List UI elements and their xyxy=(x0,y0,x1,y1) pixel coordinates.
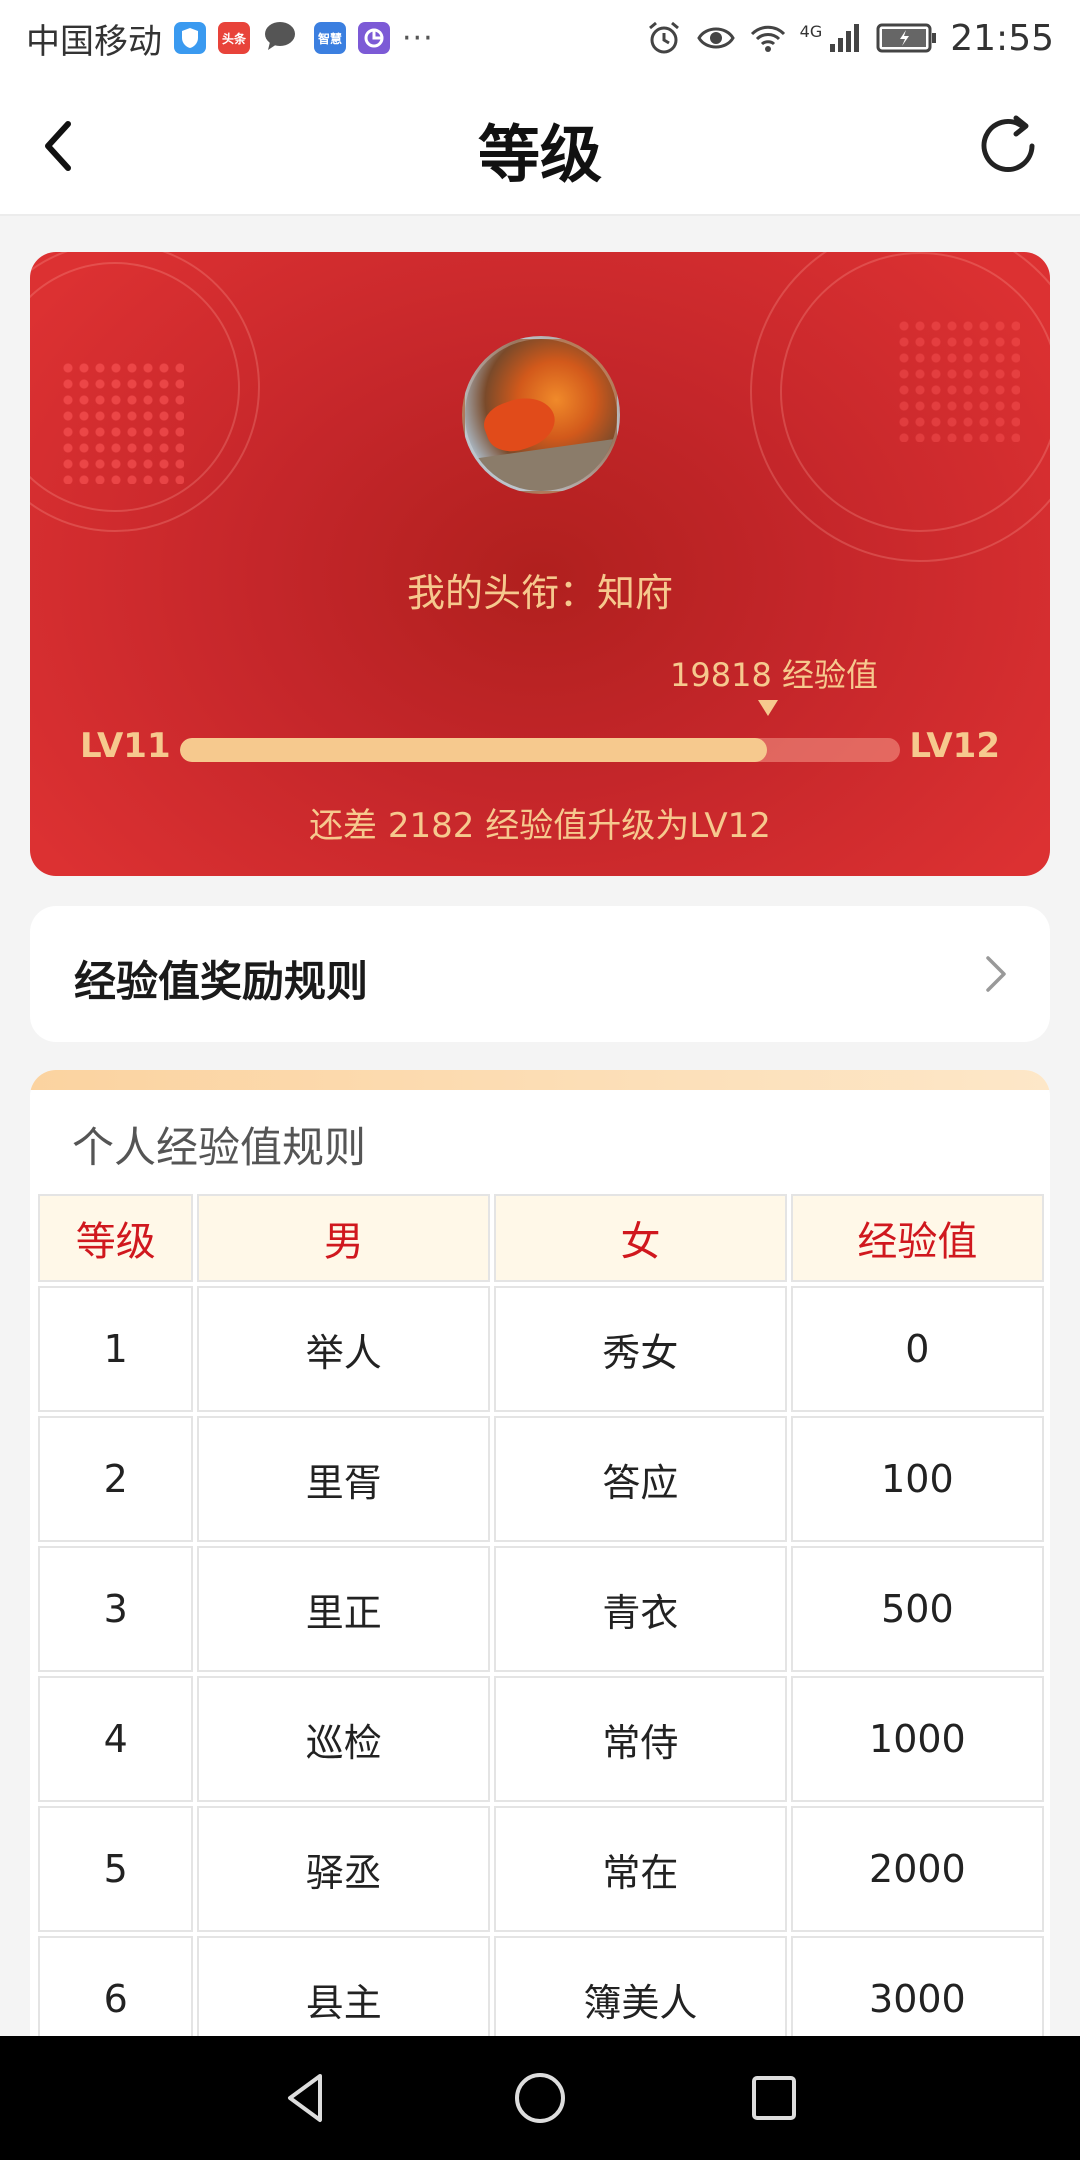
table-row: 1 举人 秀女 0 xyxy=(38,1286,1044,1412)
clock-time: 21:55 xyxy=(950,17,1054,59)
battery-icon xyxy=(876,23,937,53)
table-row: 2 里胥 答应 100 xyxy=(38,1416,1044,1542)
eye-comfort-icon xyxy=(696,27,735,49)
avatar[interactable] xyxy=(462,336,620,494)
cell-exp: 500 xyxy=(790,1546,1044,1672)
column-header-exp: 经验值 xyxy=(790,1194,1044,1282)
cell-male-title: 里胥 xyxy=(197,1416,491,1542)
cell-level: 3 xyxy=(38,1546,194,1672)
cell-level: 5 xyxy=(38,1806,194,1932)
cell-male-title: 巡检 xyxy=(197,1676,491,1802)
current-exp-label: 19818 经验值 xyxy=(670,656,878,694)
signal-icon xyxy=(830,24,860,52)
message-app-icon xyxy=(262,18,302,58)
cell-female-title: 答应 xyxy=(494,1416,787,1542)
nav-home-circle-icon[interactable] xyxy=(508,2066,572,2130)
exp-rules-table: 等级 男 女 经验值 1 举人 秀女 0 2 里胥 答应 100 3 里正 青衣… xyxy=(34,1190,1048,2066)
current-level-label: LV11 xyxy=(80,726,171,766)
toutiao-app-icon: 头条 xyxy=(218,22,250,54)
table-row: 3 里正 青衣 500 xyxy=(38,1546,1044,1672)
level-progress-fill xyxy=(180,738,767,762)
column-header-male: 男 xyxy=(197,1194,491,1282)
chevron-right-icon xyxy=(986,956,1006,992)
table-heading: 个人经验值规则 xyxy=(72,1123,367,1172)
cell-female-title: 常在 xyxy=(494,1806,787,1932)
exp-reward-rules-link[interactable]: 经验值奖励规则 xyxy=(30,906,1050,1042)
level-progress-bar xyxy=(180,738,900,762)
carrier-label: 中国移动 xyxy=(26,21,162,62)
cell-male-title: 驿丞 xyxy=(197,1806,491,1932)
cell-exp: 2000 xyxy=(790,1806,1044,1932)
system-nav-bar xyxy=(0,2036,1080,2160)
more-notifications-icon: ··· xyxy=(402,20,434,56)
zhihui-app-icon: 智慧 xyxy=(314,22,346,54)
cell-female-title: 常侍 xyxy=(494,1676,787,1802)
cell-male-title: 举人 xyxy=(197,1286,491,1412)
cell-exp: 100 xyxy=(790,1416,1044,1542)
column-header-female: 女 xyxy=(494,1194,787,1282)
cell-female-title: 青衣 xyxy=(494,1546,787,1672)
level-card: 我的头衔：知府 19818 经验值 LV11 LV12 还差 2182 经验值升… xyxy=(30,252,1050,876)
status-right: 4G 21:55 xyxy=(644,18,1054,59)
wifi-icon xyxy=(750,25,785,52)
shield-app-icon xyxy=(174,22,206,54)
cell-exp: 0 xyxy=(790,1286,1044,1412)
table-row: 4 巡检 常侍 1000 xyxy=(38,1676,1044,1802)
table-card-stripe xyxy=(30,1070,1050,1090)
decorative-dot-grid-right xyxy=(896,318,1020,442)
network-type-label: 4G xyxy=(799,21,823,41)
user-title-text: 我的头衔：知府 xyxy=(406,571,673,615)
cell-level: 1 xyxy=(38,1286,194,1412)
nav-back-triangle-icon[interactable] xyxy=(274,2066,338,2130)
next-level-label: LV12 xyxy=(909,726,1000,766)
cell-level: 2 xyxy=(38,1416,194,1542)
refresh-icon[interactable] xyxy=(972,110,1044,182)
cell-exp: 1000 xyxy=(790,1676,1044,1802)
column-header-level: 等级 xyxy=(38,1194,194,1282)
exp-reward-rules-label: 经验值奖励规则 xyxy=(74,957,369,1006)
alarm-icon xyxy=(648,21,679,54)
upgrade-hint-text: 还差 2182 经验值升级为LV12 xyxy=(309,806,771,846)
nav-bar: 等级 xyxy=(0,76,1080,216)
status-left: 中国移动 头条 智慧 ··· xyxy=(26,14,434,63)
cell-level: 4 xyxy=(38,1676,194,1802)
table-header-row: 等级 男 女 经验值 xyxy=(38,1194,1044,1282)
page-title: 等级 xyxy=(477,118,602,191)
status-bar: 中国移动 头条 智慧 ··· 4G 21:55 xyxy=(0,0,1080,76)
cell-female-title: 秀女 xyxy=(494,1286,787,1412)
nav-recents-square-icon[interactable] xyxy=(742,2066,806,2130)
exp-rules-table-card: 个人经验值规则 等级 男 女 经验值 1 举人 秀女 0 2 里胥 答应 100… xyxy=(30,1070,1050,2070)
decorative-dot-grid-left xyxy=(60,360,184,484)
cell-male-title: 里正 xyxy=(197,1546,491,1672)
chart-app-icon xyxy=(358,22,390,54)
progress-marker-icon xyxy=(758,700,778,716)
table-row: 5 驿丞 常在 2000 xyxy=(38,1806,1044,1932)
